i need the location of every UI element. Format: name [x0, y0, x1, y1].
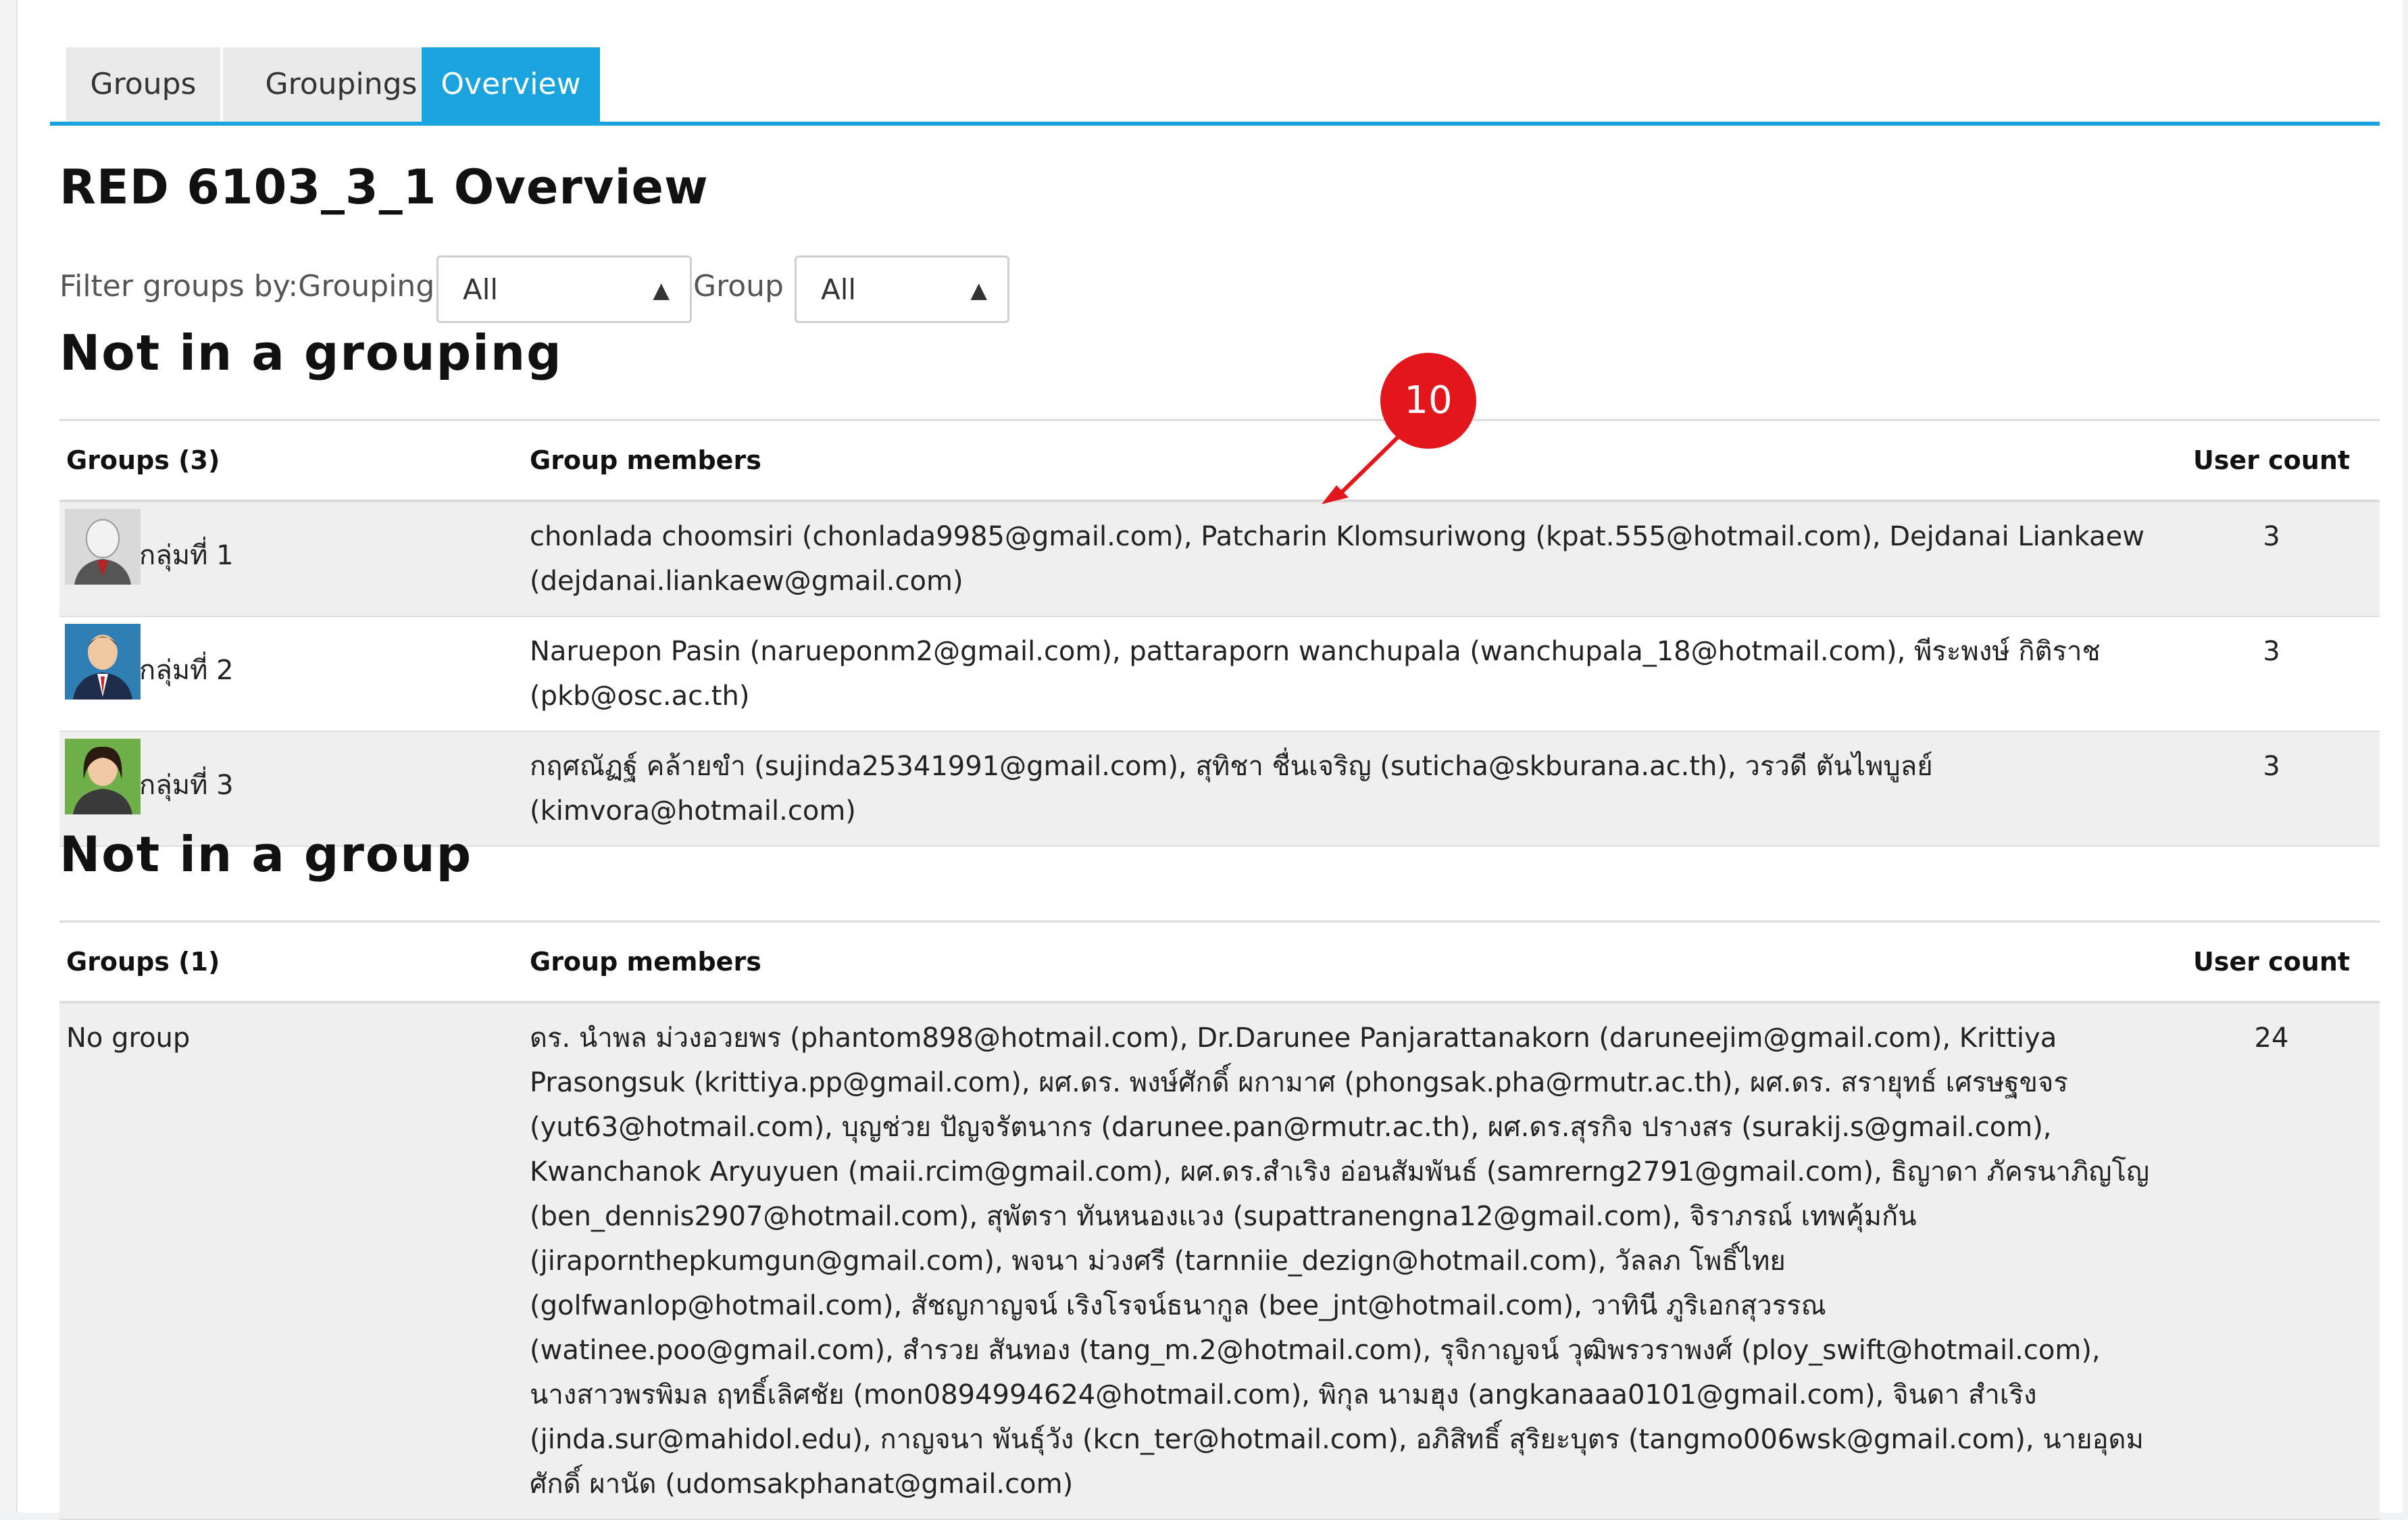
annotation-callout-badge: 10	[1380, 353, 1476, 449]
arrow-pointer-icon	[1322, 428, 1407, 504]
page-background: Groups Groupings Overview RED 6103_3_1 O…	[0, 0, 2408, 1520]
